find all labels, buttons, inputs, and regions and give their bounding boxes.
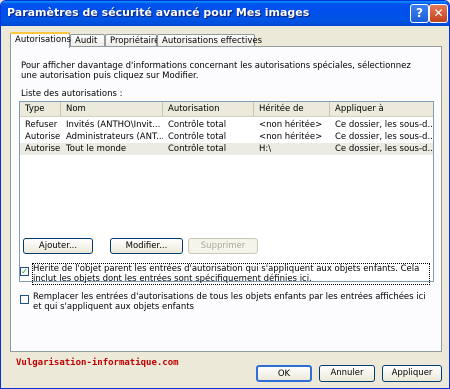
column-header-appliquer[interactable]: Appliquer à [330, 102, 433, 116]
cell-heritee: H:\ [259, 144, 272, 154]
cell-type: Autoriser [25, 144, 61, 154]
close-button[interactable]: ✕ [429, 4, 448, 23]
cell-appliquer: Ce dossier, les sous-d... [335, 132, 434, 142]
cell-autorisation: Contrôle total [168, 144, 227, 154]
add-button[interactable]: Ajouter... [23, 238, 93, 254]
tab-autorisations[interactable]: Autorisations [10, 32, 71, 48]
list-header: Type Nom Autorisation Héritée de Appliqu… [20, 102, 433, 117]
list-row[interactable]: Autoriser Administrateurs (ANT... Contrô… [20, 131, 433, 143]
list-row-selected[interactable]: Autoriser Tout le monde Contrôle total H… [20, 143, 433, 155]
cell-type: Autoriser [25, 132, 61, 142]
permissions-list[interactable]: Type Nom Autorisation Héritée de Appliqu… [19, 101, 434, 282]
list-caption: Liste des autorisations : [21, 89, 123, 99]
remove-button[interactable]: Supprimer [188, 238, 258, 254]
help-button[interactable]: ? [410, 4, 429, 23]
ok-button[interactable]: OK [256, 365, 312, 382]
cell-autorisation: Contrôle total [168, 132, 227, 142]
cell-nom: Invités (ANTHO\Invit... [66, 120, 161, 130]
cancel-button[interactable]: Annuler [319, 365, 375, 382]
cell-appliquer: Ce dossier, les sous-d... [335, 120, 434, 130]
column-header-heritee[interactable]: Héritée de [254, 102, 330, 116]
intro-text: Pour afficher davantage d'informations c… [21, 61, 411, 81]
edit-button[interactable]: Modifier... [110, 238, 183, 254]
tab-panel: Pour afficher davantage d'informations c… [10, 46, 442, 352]
list-row[interactable]: Refuser Invités (ANTHO\Invit... Contrôle… [20, 119, 433, 131]
cell-nom: Administrateurs (ANT... [66, 132, 163, 142]
tab-label: Audit [75, 36, 98, 46]
replace-checkbox-label[interactable]: Remplacer les entrées d'autorisations de… [33, 292, 429, 312]
window-title: Paramètres de sécurité avancé pour Mes i… [7, 6, 310, 19]
dialog-window: Paramètres de sécurité avancé pour Mes i… [0, 0, 450, 389]
watermark-text: Vulgarisation-informatique.com [16, 358, 179, 368]
column-header-type[interactable]: Type [20, 102, 61, 116]
cell-autorisation: Contrôle total [168, 120, 227, 130]
replace-checkbox[interactable] [20, 295, 29, 304]
tab-label: Propriétaire [110, 36, 160, 46]
title-bar[interactable]: Paramètres de sécurité avancé pour Mes i… [1, 1, 449, 26]
cell-heritee: <non héritée> [259, 120, 323, 130]
cell-nom: Tout le monde [66, 144, 127, 154]
cell-heritee: <non héritée> [259, 132, 323, 142]
tab-label: Autorisations [15, 35, 71, 45]
column-header-autorisation[interactable]: Autorisation [163, 102, 254, 116]
apply-button[interactable]: Appliquer [382, 365, 442, 382]
inherit-checkbox-label[interactable]: Hérite de l'objet parent les entrées d'a… [32, 263, 430, 285]
cell-appliquer: Ce dossier, les sous-d... [335, 144, 434, 154]
column-header-nom[interactable]: Nom [61, 102, 163, 116]
cell-type: Refuser [25, 120, 58, 130]
inherit-checkbox[interactable]: ✓ [20, 267, 29, 276]
tab-label: Autorisations effectives [162, 36, 263, 46]
